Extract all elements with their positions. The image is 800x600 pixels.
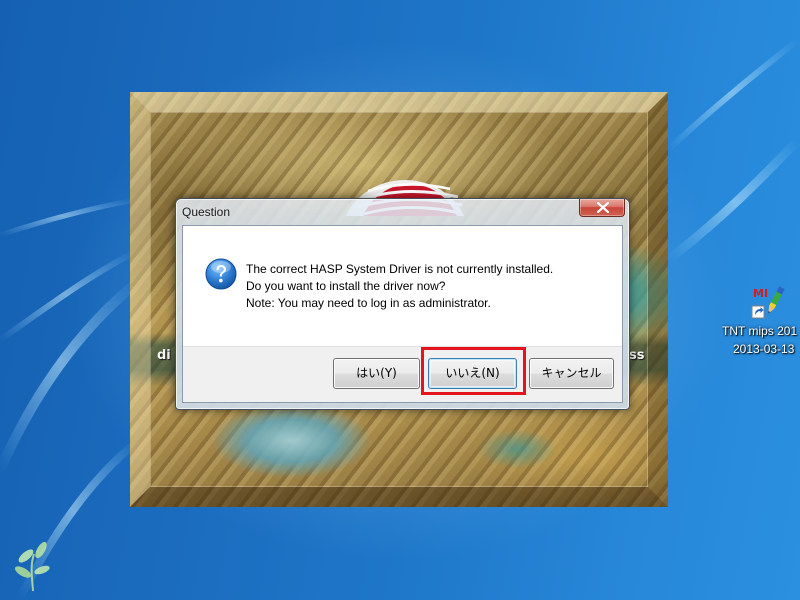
splash-caption-fragment-right: ss — [629, 348, 645, 363]
dialog-message-area: The correct HASP System Driver is not cu… — [183, 226, 622, 346]
shortcut-logo-lettering: MI — [753, 287, 768, 300]
dialog-title: Question — [182, 205, 231, 219]
desktop-shortcut-tntmips[interactable]: MI TNT mips 201 2013-03-13 — [718, 283, 800, 359]
dialog-button-bar: はい(Y) いいえ(N) キャンセル — [183, 346, 622, 402]
splash-caption-fragment-left: di — [157, 348, 171, 363]
leaf-icon — [14, 541, 50, 592]
annotation-highlight-box — [421, 347, 526, 395]
close-button[interactable] — [579, 199, 625, 217]
close-icon — [596, 202, 610, 213]
cancel-button[interactable]: キャンセル — [529, 358, 614, 389]
question-icon — [205, 258, 237, 290]
shortcut-arrow-box — [751, 305, 765, 319]
light-streak — [665, 37, 800, 153]
desktop-icon-label-line2: 2013-03-13 — [733, 342, 795, 356]
message-line: Note: You may need to log in as administ… — [246, 296, 491, 310]
dialog-client-area: The correct HASP System Driver is not cu… — [182, 225, 623, 403]
pen-graphic — [768, 286, 785, 314]
question-dialog: Question The correct HASP System Driver … — [175, 198, 630, 410]
desktop-icon-label-line1: TNT mips 201 — [722, 324, 798, 338]
tntmips-shortcut-icon: MI — [751, 286, 785, 319]
yes-button[interactable]: はい(Y) — [333, 358, 420, 389]
message-line: The correct HASP System Driver is not cu… — [246, 262, 554, 276]
message-line: Do you want to install the driver now? — [246, 279, 446, 293]
dialog-titlebar[interactable]: Question — [176, 199, 629, 224]
dialog-message: The correct HASP System Driver is not cu… — [246, 261, 553, 312]
